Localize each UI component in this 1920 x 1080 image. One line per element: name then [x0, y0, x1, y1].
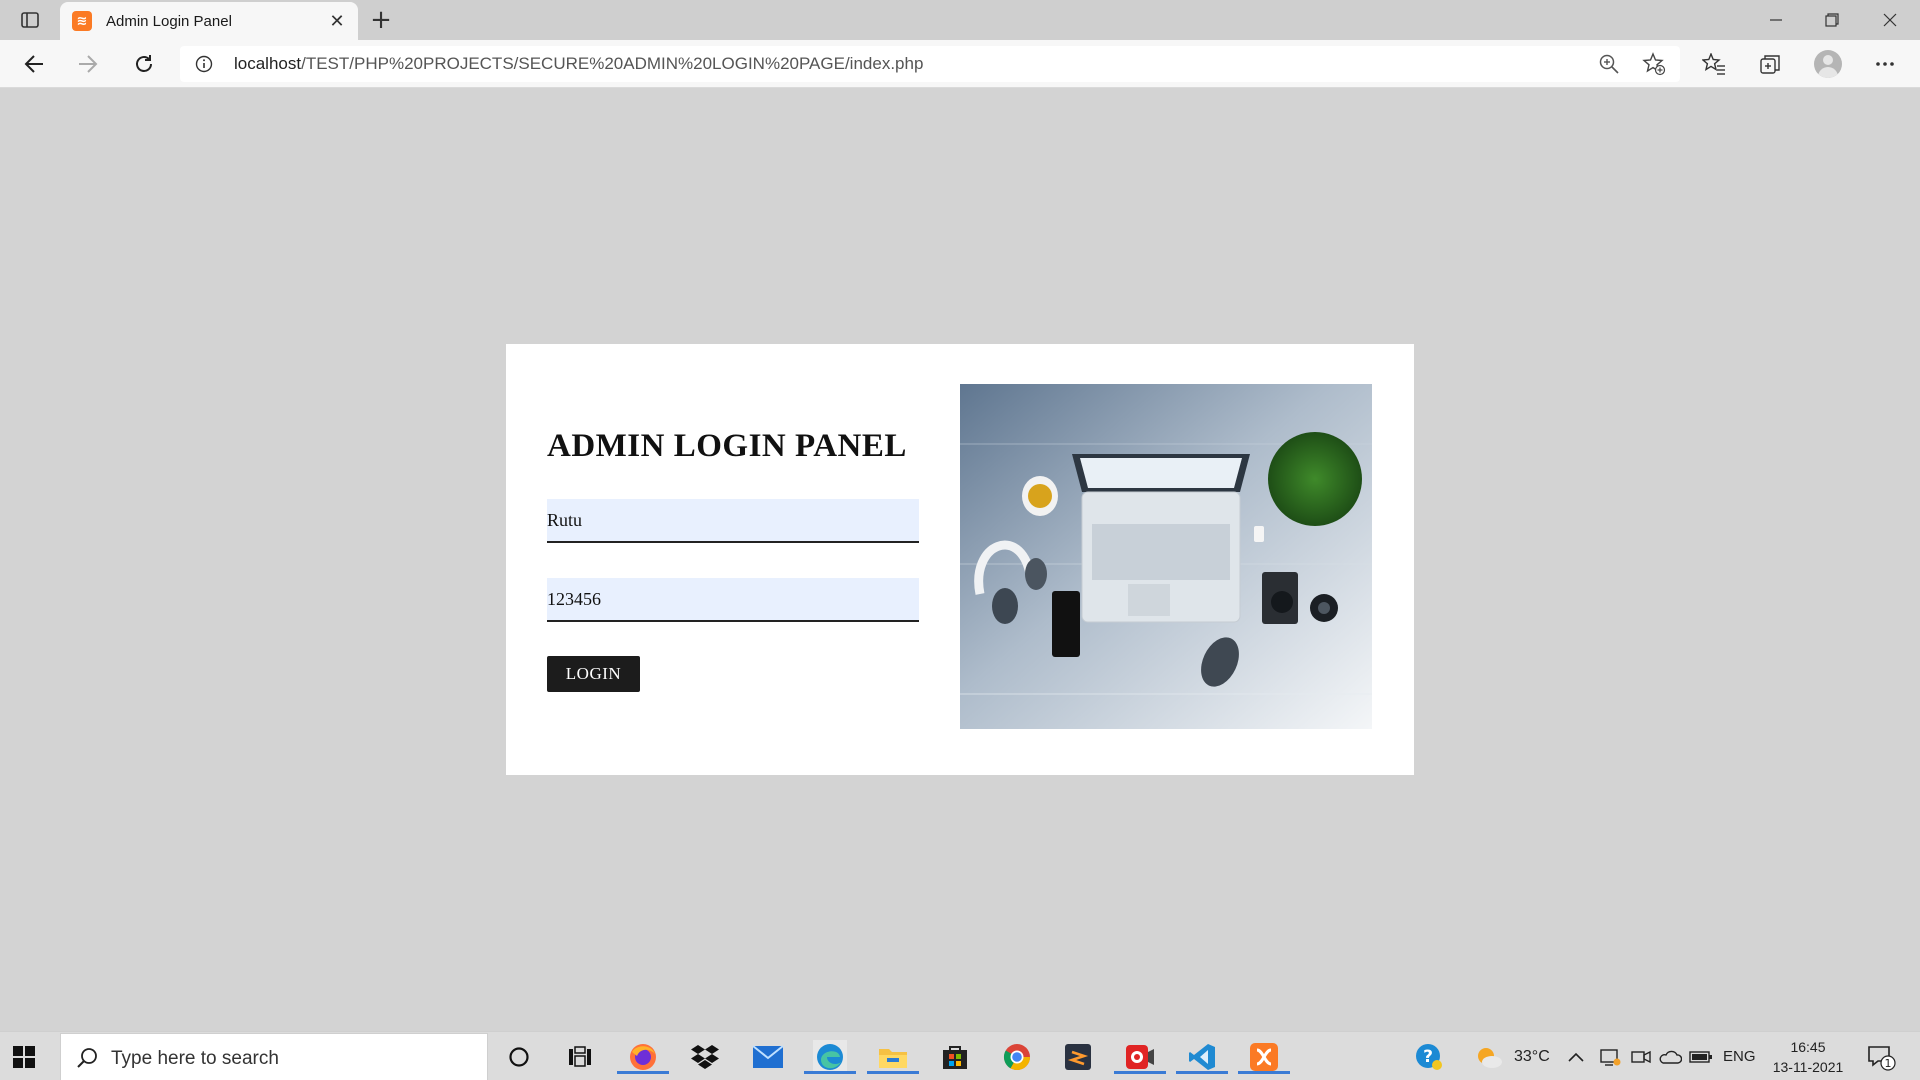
login-title: ADMIN LOGIN PANEL: [547, 428, 907, 464]
url-text[interactable]: localhost/TEST/PHP%20PROJECTS/SECURE%20A…: [234, 54, 923, 74]
notification-center-icon[interactable]: 1: [1864, 1040, 1898, 1074]
workspace-photo: [960, 384, 1372, 729]
cortana-icon[interactable]: [502, 1040, 536, 1074]
weather-temperature[interactable]: 33°C: [1514, 1032, 1550, 1080]
show-hidden-icons-chevron-icon[interactable]: [1563, 1040, 1589, 1074]
tab-close-icon[interactable]: ✕: [326, 10, 348, 32]
active-indicator: [867, 1071, 919, 1074]
tab-title: Admin Login Panel: [106, 12, 232, 30]
site-info-icon[interactable]: [194, 54, 214, 74]
notification-count: 1: [1885, 1057, 1892, 1070]
restore-icon[interactable]: [1804, 0, 1860, 40]
firefox-icon[interactable]: [617, 1040, 669, 1074]
chrome-icon[interactable]: [1000, 1040, 1034, 1074]
active-indicator: [804, 1071, 856, 1074]
tab-admin-login[interactable]: ≋ Admin Login Panel ✕: [60, 2, 358, 40]
forward-arrow-icon[interactable]: [70, 48, 106, 80]
battery-icon[interactable]: [1688, 1040, 1714, 1074]
network-status-icon[interactable]: [1597, 1040, 1623, 1074]
login-button[interactable]: LOGIN: [547, 656, 640, 692]
add-favorite-icon[interactable]: [1642, 52, 1666, 76]
refresh-icon[interactable]: [126, 48, 162, 80]
more-options-icon[interactable]: [1871, 50, 1899, 78]
password-field[interactable]: [547, 578, 919, 622]
clock-time: 16:45: [1790, 1039, 1826, 1055]
dropbox-icon[interactable]: [688, 1040, 722, 1074]
login-card: ADMIN LOGIN PANEL LOGIN: [506, 344, 1414, 775]
tab-actions-icon: [21, 12, 39, 28]
page-viewport: ADMIN LOGIN PANEL LOGIN: [0, 89, 1920, 1031]
window-close-icon[interactable]: [1862, 0, 1918, 40]
file-explorer-icon[interactable]: [867, 1040, 919, 1074]
minimize-icon[interactable]: [1748, 0, 1804, 40]
windows-start-icon[interactable]: [12, 1045, 36, 1069]
search-placeholder: Type here to search: [111, 1048, 279, 1069]
search-icon: [75, 1046, 99, 1070]
svg-text:?: ?: [1423, 1047, 1433, 1067]
weather-icon[interactable]: [1472, 1040, 1506, 1074]
new-tab-icon[interactable]: +: [366, 5, 396, 35]
mail-icon[interactable]: [751, 1040, 785, 1074]
zoom-icon[interactable]: [1598, 53, 1620, 75]
url-host: localhost: [234, 54, 302, 73]
xampp-favicon-icon: ≋: [72, 11, 92, 31]
windows-taskbar: Type here to search ? 33°C ENG 16:45 13-…: [0, 1031, 1920, 1080]
browser-nav-bar: localhost/TEST/PHP%20PROJECTS/SECURE%20A…: [0, 40, 1920, 88]
profile-avatar-icon[interactable]: [1814, 50, 1842, 78]
xampp-icon[interactable]: [1238, 1040, 1290, 1074]
vscode-icon[interactable]: [1176, 1040, 1228, 1074]
input-language[interactable]: ENG: [1723, 1032, 1756, 1080]
meet-now-icon[interactable]: [1628, 1040, 1654, 1074]
screen-recorder-icon[interactable]: [1114, 1040, 1166, 1074]
username-field[interactable]: [547, 499, 919, 543]
browser-tab-bar: ≋ Admin Login Panel ✕ +: [0, 0, 1920, 40]
active-indicator: [1176, 1071, 1228, 1074]
taskbar-clock[interactable]: 16:45 13-11-2021: [1766, 1037, 1850, 1077]
clock-date: 13-11-2021: [1772, 1059, 1844, 1075]
onedrive-icon[interactable]: [1657, 1040, 1683, 1074]
tab-actions-button[interactable]: [12, 6, 48, 34]
back-arrow-icon[interactable]: [16, 48, 52, 80]
edge-icon[interactable]: [804, 1040, 856, 1074]
store-icon[interactable]: [938, 1040, 972, 1074]
active-indicator: [1238, 1071, 1290, 1074]
taskbar-search-box[interactable]: Type here to search: [60, 1033, 488, 1080]
task-view-icon[interactable]: [563, 1040, 597, 1074]
active-indicator: [1114, 1071, 1166, 1074]
active-indicator: [617, 1071, 669, 1074]
sublime-text-icon[interactable]: [1061, 1040, 1095, 1074]
collections-icon[interactable]: [1756, 50, 1784, 78]
favorites-icon[interactable]: [1700, 50, 1728, 78]
help-icon[interactable]: ?: [1412, 1040, 1446, 1074]
url-path: /TEST/PHP%20PROJECTS/SECURE%20ADMIN%20LO…: [301, 54, 924, 73]
address-bar[interactable]: localhost/TEST/PHP%20PROJECTS/SECURE%20A…: [180, 46, 1680, 82]
